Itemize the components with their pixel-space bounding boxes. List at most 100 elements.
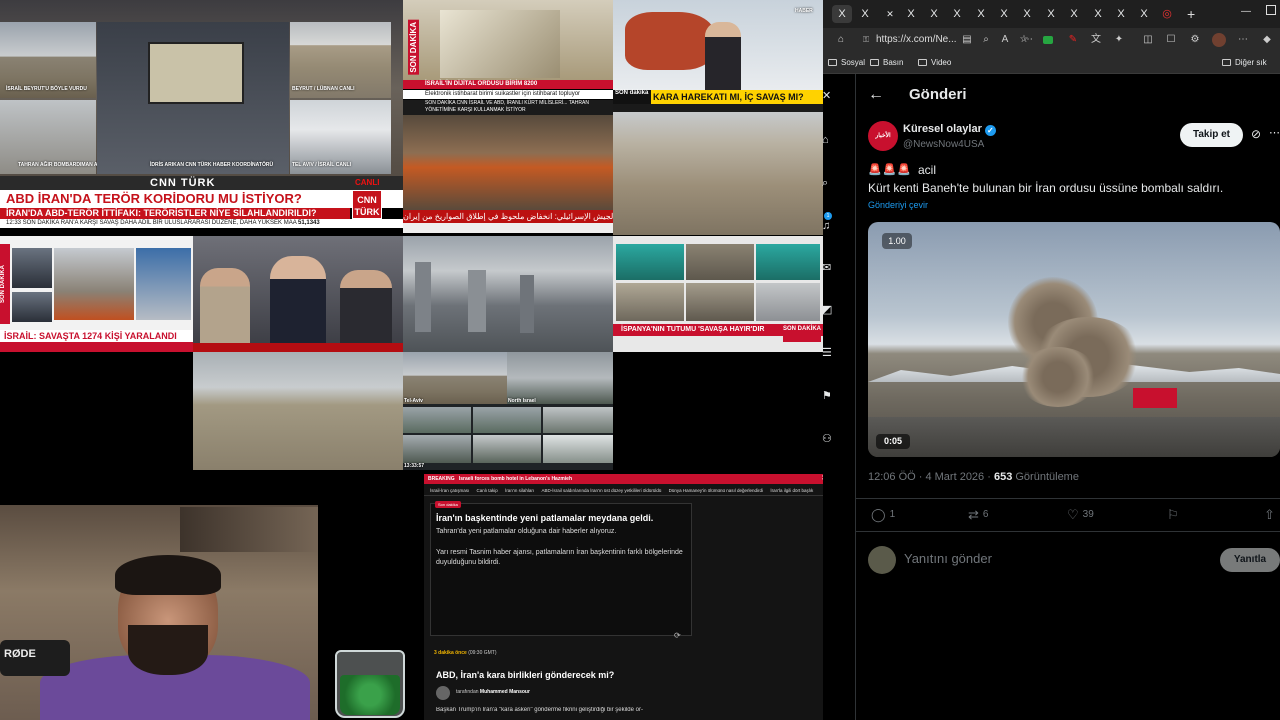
- more-menu-icon[interactable]: ⋯: [1236, 33, 1250, 47]
- fire-video: [403, 115, 613, 210]
- reader-icon[interactable]: ▤: [960, 33, 974, 47]
- communities-icon[interactable]: ⚇: [822, 432, 836, 446]
- cnn-turk-label: CNN TÜRK: [150, 177, 216, 189]
- minimize-icon[interactable]: —: [1241, 6, 1251, 17]
- translate-post-link[interactable]: Gönderiyi çevir: [868, 200, 928, 210]
- bookmark-label: Video: [931, 58, 952, 67]
- heart-icon: ♡: [1067, 507, 1079, 522]
- tab-other[interactable]: ◎: [1157, 5, 1177, 23]
- extension-red-icon[interactable]: ✎: [1066, 33, 1080, 47]
- bookmark-label: Basın: [883, 58, 904, 67]
- home-icon[interactable]: ⌂: [834, 33, 848, 47]
- reply-input[interactable]: Yanıtını gönder: [904, 551, 992, 566]
- author-avatar[interactable]: الأخبار: [868, 121, 898, 151]
- like-action[interactable]: ♡ 39: [1067, 507, 1094, 523]
- grok-explain-icon[interactable]: ⊘: [1251, 127, 1261, 141]
- collections-icon[interactable]: ☐: [1164, 33, 1178, 47]
- explore-icon[interactable]: ⌕: [822, 176, 836, 190]
- tab-x[interactable]: X: [994, 5, 1014, 23]
- extension-menu-icon[interactable]: ⋯: [1021, 33, 1035, 47]
- author-line: tarafından Muhammed Mansour: [456, 689, 530, 695]
- share-icon: ⇧: [1264, 507, 1275, 522]
- video-duration: 0:05: [876, 434, 910, 449]
- playback-speed[interactable]: 1.00: [882, 233, 912, 249]
- nav-link[interactable]: Dünya Hamaney'in ölümünü nasıl değerlend…: [669, 488, 763, 493]
- folder-icon: [870, 59, 879, 66]
- cnn-ticker-value: 51,1343: [298, 220, 320, 226]
- reporter-left: [200, 268, 250, 352]
- tab-x[interactable]: X: [1017, 5, 1037, 23]
- reply-icon: ◯: [871, 507, 886, 522]
- haber-label: HABER: [795, 8, 813, 14]
- puzzle-icon[interactable]: ✦: [1112, 33, 1126, 47]
- nav-link[interactable]: İran'ın silahları: [505, 488, 534, 493]
- cam-e: [473, 435, 541, 463]
- bookmark-video[interactable]: Video: [918, 58, 951, 67]
- nav-link[interactable]: İsrail-İran çatışması: [430, 488, 469, 493]
- tab-x[interactable]: X: [947, 5, 967, 23]
- back-arrow-icon[interactable]: ←: [868, 86, 884, 104]
- tab-x[interactable]: X: [855, 5, 875, 23]
- cam-f: [543, 435, 613, 463]
- share-icon[interactable]: ⟳: [674, 631, 681, 640]
- reply-action[interactable]: ◯ 1: [871, 507, 895, 523]
- follow-button[interactable]: Takip et: [1180, 123, 1243, 147]
- trt-panel-f: [756, 283, 820, 321]
- bookmark-action[interactable]: ⚐: [1167, 507, 1183, 523]
- screen: İSRAİL BEYRUT'U BÖYLE VURDU TAHRAN AĞIR …: [0, 0, 1280, 720]
- post-timestamp[interactable]: 12:06 ÖÖ · 4 Mart 2026 ·: [868, 471, 994, 483]
- tab-x[interactable]: X: [1111, 5, 1131, 23]
- copilot-icon[interactable]: ◆: [1260, 33, 1274, 47]
- bookmark-other[interactable]: Diğer sık: [1222, 58, 1267, 67]
- extensions-icon[interactable]: ⚙: [1188, 33, 1202, 47]
- messages-icon[interactable]: ✉: [822, 261, 836, 275]
- nav-link[interactable]: ABD-İsrail saldırılarında İran'ın üst dü…: [541, 488, 661, 493]
- lists-icon[interactable]: ☰: [822, 346, 836, 360]
- home-icon[interactable]: ⌂: [822, 133, 836, 147]
- nav-link[interactable]: İran'la ilgili dört başlık: [770, 488, 813, 493]
- tab-x[interactable]: X: [924, 5, 944, 23]
- author-name[interactable]: Muhammed Mansour: [480, 689, 530, 695]
- tab-x[interactable]: X: [1134, 5, 1154, 23]
- new-tab-button[interactable]: +: [1187, 5, 1195, 23]
- translate-icon[interactable]: 文: [1089, 33, 1103, 47]
- tab-x[interactable]: X: [1088, 5, 1108, 23]
- cnn-ticker-text: 12:33 SON DAKİKA RAN'A KARŞI SAVAŞ DAHA …: [6, 220, 297, 226]
- red-billboard: [1133, 388, 1177, 408]
- tower-2: [468, 270, 486, 332]
- split-screen-icon[interactable]: ◫: [1141, 33, 1155, 47]
- breaking-banner[interactable]: BREAKING Israeli forces bomb hotel in Le…: [424, 474, 830, 484]
- repost-action[interactable]: ⇄ 6: [968, 507, 988, 523]
- author-handle[interactable]: @NewsNow4USA: [903, 139, 984, 150]
- extension-green-icon[interactable]: [1043, 36, 1053, 44]
- post-meta: 12:06 ÖÖ · 4 Mart 2026 · 653 Görüntüleme: [868, 471, 1079, 483]
- author-name[interactable]: Küresel olaylar ✓: [903, 123, 996, 136]
- tab-x[interactable]: X: [971, 5, 991, 23]
- post-video[interactable]: [868, 222, 1280, 457]
- bookmark-basin[interactable]: Basın: [870, 58, 903, 67]
- bookmarks-icon[interactable]: ⚑: [822, 389, 836, 403]
- nav-link[interactable]: Canlı takip: [477, 488, 498, 493]
- bookmark-sosyal[interactable]: Sosyal: [828, 58, 865, 67]
- reply-button[interactable]: Yanıtla: [1220, 548, 1280, 572]
- grok-icon[interactable]: ◩: [822, 303, 836, 317]
- anchor: [705, 22, 741, 90]
- x-logo-icon[interactable]: ✕: [822, 89, 836, 103]
- tab-x[interactable]: X: [1041, 5, 1061, 23]
- zoom-icon[interactable]: ⌕: [979, 33, 993, 47]
- trt-son-dakika: SON DAKİKA: [783, 324, 821, 342]
- address-bar[interactable]: https://x.com/Ne...: [862, 30, 960, 50]
- arabic-headline: الجيش الإسرائيلي: انخفاض ملحوظ في إطلاق …: [403, 210, 613, 223]
- tab-x[interactable]: X: [1064, 5, 1084, 23]
- author-prefix: tarafından: [456, 689, 479, 695]
- update-paragraph-1: Tahran'da yeni patlamalar olduğuna dair …: [436, 528, 617, 535]
- tab-x[interactable]: X: [901, 5, 921, 23]
- tab-x-active[interactable]: X: [832, 5, 852, 23]
- profile-avatar[interactable]: [1212, 33, 1226, 47]
- read-aloud-icon[interactable]: A: [998, 33, 1012, 47]
- close-icon[interactable]: ✕: [880, 5, 900, 23]
- more-options-icon[interactable]: ⋯: [1269, 126, 1280, 139]
- share-action[interactable]: ⇧: [1264, 507, 1279, 523]
- maximize-icon[interactable]: [1266, 5, 1276, 15]
- notifications-icon[interactable]: ♫: [822, 219, 836, 233]
